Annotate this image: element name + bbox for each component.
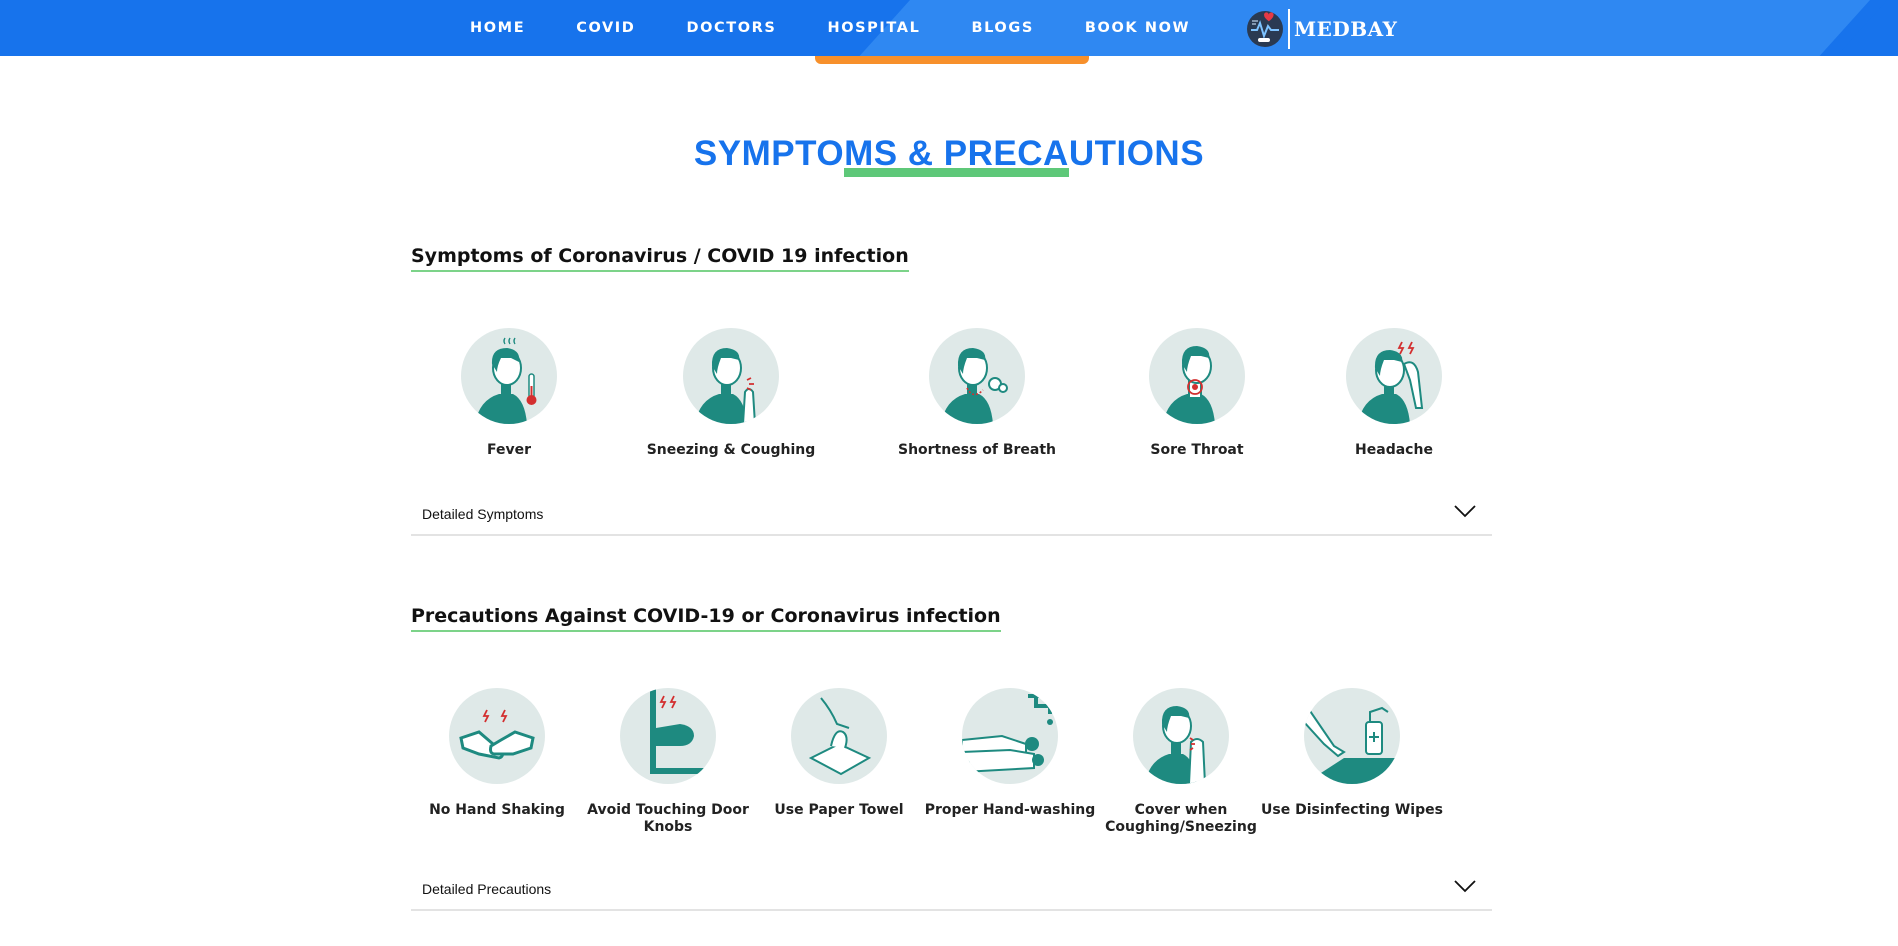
brand-name: MEDBAY <box>1294 17 1398 41</box>
section-title: SYMPTOMS & PRECAUTIONS <box>0 134 1898 174</box>
precautions-heading: Precautions Against COVID-19 or Coronavi… <box>411 605 1001 632</box>
precaution-label: Avoid Touching Door Knobs <box>587 802 749 835</box>
precaution-label: No Hand Shaking <box>429 802 565 818</box>
symptom-sneezing: Sneezing & Coughing <box>631 328 831 459</box>
symptom-label: Shortness of Breath <box>897 442 1057 458</box>
cover-cough-icon <box>1133 688 1229 784</box>
sore-throat-icon <box>1149 328 1245 424</box>
detailed-symptoms-accordion[interactable]: Detailed Symptoms <box>411 494 1492 536</box>
heart-monitor-logo-icon <box>1247 11 1283 47</box>
symptom-fever: Fever <box>409 328 609 459</box>
fever-icon <box>461 328 557 424</box>
nav-blogs[interactable]: BLOGS <box>971 20 1033 36</box>
precaution-cover-cough: Cover when Coughing/Sneezing <box>1081 688 1281 836</box>
precaution-no-handshake: No Hand Shaking <box>397 688 597 819</box>
symptom-label: Sneezing & Coughing <box>646 442 816 458</box>
no-hand-shaking-icon <box>449 688 545 784</box>
brand-logo[interactable]: MEDBAY <box>1246 9 1398 49</box>
accordion-label: Detailed Symptoms <box>422 506 544 522</box>
nav-covid[interactable]: COVID <box>576 20 635 36</box>
accordion-label: Detailed Precautions <box>422 881 552 897</box>
symptom-breath: Shortness of Breath <box>877 328 1077 459</box>
paper-towel-icon <box>791 688 887 784</box>
nav-home[interactable]: HOME <box>470 20 525 36</box>
symptom-sore-throat: Sore Throat <box>1097 328 1297 459</box>
precaution-paper-towel: Use Paper Towel <box>739 688 939 819</box>
nav-book-now[interactable]: BOOK NOW <box>1085 20 1190 36</box>
precaution-label: Cover when Coughing/Sneezing <box>1105 802 1257 835</box>
symptoms-heading: Symptoms of Coronavirus / COVID 19 infec… <box>411 245 909 272</box>
symptom-label: Sore Throat <box>1150 442 1244 458</box>
disinfecting-wipes-icon <box>1304 688 1400 784</box>
chevron-down-icon <box>1454 505 1476 518</box>
precaution-label: Proper Hand-washing <box>924 802 1096 818</box>
shortness-of-breath-icon <box>929 328 1025 424</box>
logo-divider <box>1288 9 1290 49</box>
detailed-precautions-accordion[interactable]: Detailed Precautions <box>411 869 1492 911</box>
precaution-label: Use Disinfecting Wipes <box>1261 802 1443 818</box>
door-knob-icon <box>620 688 716 784</box>
precaution-handwashing: Proper Hand-washing <box>910 688 1110 819</box>
nav-doctors[interactable]: DOCTORS <box>686 20 776 36</box>
section-title-text: SYMPTOMS & PRECAUTIONS <box>693 134 1205 173</box>
orange-accent-tab <box>815 56 1089 64</box>
precaution-label: Use Paper Towel <box>774 802 904 818</box>
nav-links: HOME COVID DOCTORS HOSPITAL BLOGS BOOK N… <box>470 0 1241 56</box>
precaution-disinfecting-wipes: Use Disinfecting Wipes <box>1252 688 1452 819</box>
sneezing-coughing-icon <box>683 328 779 424</box>
nav-hospital[interactable]: HOSPITAL <box>827 20 920 36</box>
chevron-down-icon <box>1454 880 1476 893</box>
symptom-label: Headache <box>1355 442 1433 458</box>
hand-washing-icon <box>962 688 1058 784</box>
symptom-headache: Headache <box>1294 328 1494 459</box>
top-navbar: HOME COVID DOCTORS HOSPITAL BLOGS BOOK N… <box>0 0 1898 56</box>
precaution-door-knobs: Avoid Touching Door Knobs <box>568 688 768 836</box>
headache-icon <box>1346 328 1442 424</box>
symptom-label: Fever <box>486 442 532 458</box>
